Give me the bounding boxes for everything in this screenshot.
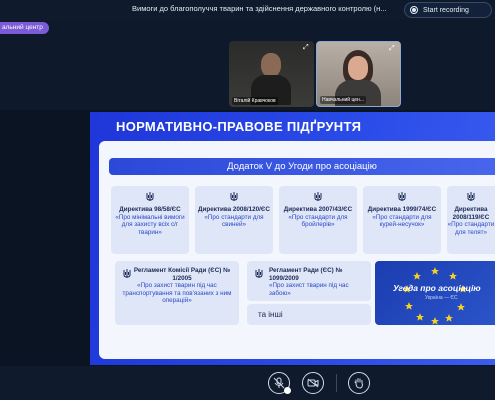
directive-title: Директива 2007/43/ЄС [283,206,353,213]
eu-stars-icon [403,267,467,325]
directive-card: Директива 2007/43/ЄС «Про стандарти для … [279,186,357,254]
presentation-slide: НОРМАТИВНО-ПРАВОВЕ ПІДҐРУНТЯ Додаток V д… [90,112,495,365]
regulation-desc: «Про захист тварин під час забою» [269,282,349,297]
trident-icon [255,269,263,278]
participant-video-2[interactable]: ⤢ Навчальний цен... [316,41,401,107]
regulation-desc: «Про захист тварин під час транспортуван… [122,282,232,305]
directive-title: Директива 2008/119/ЄС [452,206,490,221]
raise-hand-button[interactable] [348,372,370,394]
trident-icon [398,192,406,201]
trident-icon [314,192,322,201]
regulation-card: Регламент Ради (ЄС) № 1099/2009 «Про зах… [247,261,371,301]
directive-card: Директива 2008/119/ЄС «Про стандарти для… [447,186,495,254]
directive-title: Директива 2008/120/ЄС [198,206,270,213]
directive-title: Директива 1999/74/ЄС [367,206,437,213]
directive-desc: «Про стандарти для телят» [447,221,495,236]
directive-desc: «Про стандарти для курей-несучок» [372,213,432,229]
other-label: та інші [247,304,371,325]
association-agreement-image: Угода про асоціацію Україна — ЄС [375,261,495,325]
record-label: Start recording [423,6,469,14]
trident-icon [467,192,475,201]
directive-title: Директива 98/58/ЄС [119,206,181,213]
directive-desc: «Про стандарти для бройлерів» [288,213,348,229]
participant-name: Віталій Кравчоков [232,97,278,105]
regulation-card: Регламент Комісії Ради (ЄС) № 1/2005 «Пр… [115,261,239,325]
camera-off-icon [307,378,319,388]
regulation-title: Регламент Ради (ЄС) № 1099/2009 [269,267,343,282]
microphone-muted-icon [273,377,285,389]
toolbar-separator [336,374,337,392]
participant-tag: альний центр [0,22,49,34]
expand-icon[interactable]: ⤢ [389,45,397,53]
slide-title: НОРМАТИВНО-ПРАВОВЕ ПІДҐРУНТЯ [116,119,362,134]
slide-banner: Додаток V до Угоди про асоціацію [109,158,495,175]
participant-video-1[interactable]: ⤢ Віталій Кравчоков [229,41,314,107]
bottom-bar [0,366,495,400]
trident-icon [230,192,238,201]
slide-panel: Додаток V до Угоди про асоціацію Директи… [99,141,495,359]
directive-card: Директива 1999/74/ЄС «Про стандарти для … [363,186,441,254]
directive-card: Директива 98/58/ЄС «Про мінімальні вимог… [111,186,189,254]
regulation-title: Регламент Комісії Ради (ЄС) № 1/2005 [133,267,231,282]
meeting-title: Вимоги до благополуччя тварин та здійсне… [132,4,387,13]
directive-desc: «Про стандарти для свиней» [204,213,264,229]
directive-desc: «Про мінімальні вимоги для захисту всіх … [115,213,185,236]
trident-icon [146,192,154,201]
directive-card: Директива 2008/120/ЄС «Про стандарти для… [195,186,273,254]
eu-title: Угода про асоціацію [393,283,481,293]
start-recording-button[interactable]: Start recording [404,2,492,18]
participant-name: Навчальний цен... [320,96,366,104]
raise-hand-icon [354,378,364,389]
eu-subtitle: Україна — ЄС [425,295,458,301]
trident-icon [123,269,131,278]
expand-icon[interactable]: ⤢ [303,44,311,52]
audio-level-indicator [284,387,291,394]
camera-button[interactable] [302,372,324,394]
record-icon [410,6,418,14]
